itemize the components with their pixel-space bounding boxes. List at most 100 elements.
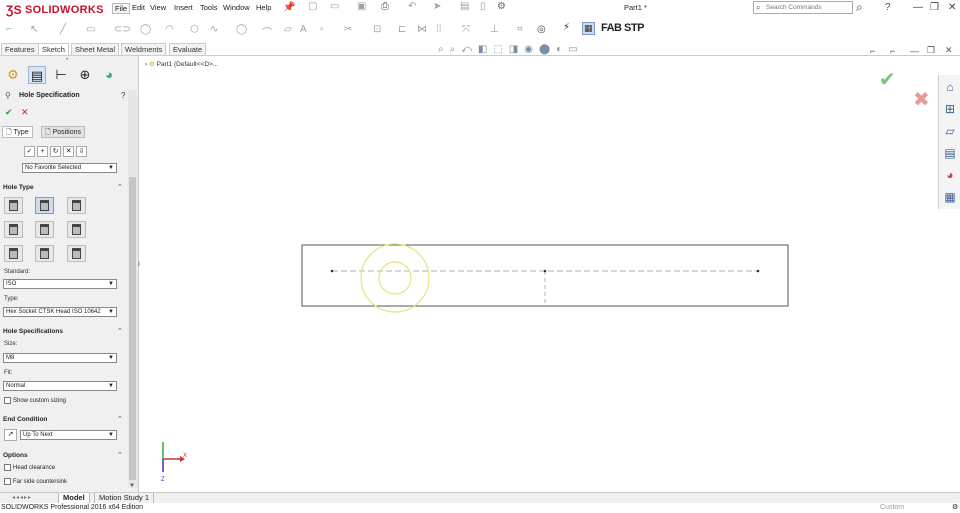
design-library-icon[interactable]: ⊞ xyxy=(941,100,959,118)
favorite-select[interactable]: No Favorite Selected ▼ xyxy=(22,163,117,173)
hole-type-hole-button[interactable] xyxy=(67,197,86,214)
offset-icon[interactable]: ⊏ xyxy=(398,24,406,35)
help-circle-icon[interactable]: ? xyxy=(121,91,125,100)
collapse-hole-type-icon[interactable]: ⌃ xyxy=(117,183,123,191)
collapse-hole-spec-icon[interactable]: ⌃ xyxy=(117,327,123,335)
tab-weldments[interactable]: Weldments xyxy=(121,43,167,55)
viewport-corner-icon[interactable]: ⌐ xyxy=(890,46,895,56)
sketch-rectangle[interactable] xyxy=(301,244,789,307)
favorite-save-icon[interactable]: ⇩ xyxy=(76,146,87,157)
viewport-minimize-icon[interactable]: — xyxy=(910,46,919,56)
favorite-delete-icon[interactable]: ✕ xyxy=(63,146,74,157)
subtab-positions[interactable]: 🗋 Positions xyxy=(41,126,85,138)
tab-sketch[interactable]: Sketch xyxy=(38,43,69,55)
menu-file[interactable]: File xyxy=(112,3,131,14)
hole-type-legacy-button[interactable] xyxy=(67,221,86,238)
reverse-direction-icon[interactable]: ↗ xyxy=(4,429,17,441)
hole-type-countersink-slot-button[interactable] xyxy=(35,245,54,262)
minimize-icon[interactable]: — xyxy=(913,2,923,13)
cancel-x-icon[interactable]: ✕ xyxy=(21,107,29,118)
configuration-manager-icon[interactable]: ⊢ xyxy=(52,66,70,84)
confirm-cancel-icon[interactable]: ✖ xyxy=(913,87,930,112)
status-settings-icon[interactable]: ⚙ xyxy=(952,503,958,513)
property-manager-icon[interactable]: ▤ xyxy=(28,66,46,84)
end-condition-select[interactable]: Up To Next ▼ xyxy=(20,430,117,440)
mirror-icon[interactable]: ⋈ xyxy=(417,24,427,35)
rectangle-icon[interactable]: ▭ xyxy=(86,24,95,35)
viewport-close-icon[interactable]: ✕ xyxy=(945,45,953,56)
hole-type-straight-tap-button[interactable] xyxy=(4,221,23,238)
confirm-ok-icon[interactable]: ✔ xyxy=(879,67,896,92)
sketch-point-left[interactable] xyxy=(330,269,334,273)
dimxpert-manager-icon[interactable]: ⊕ xyxy=(76,66,94,84)
size-select[interactable]: M8 ▼ xyxy=(3,353,117,363)
move-entities-icon[interactable]: ⤧ xyxy=(462,24,470,35)
fit-select[interactable]: Normal ▼ xyxy=(3,381,117,391)
tab-scroll-arrows-icon[interactable]: ◂◂◂▸▸ xyxy=(12,494,32,501)
fab-stp-label[interactable]: FAB STP xyxy=(601,22,644,34)
sketch-point-right[interactable] xyxy=(756,269,760,273)
units-status[interactable]: Custom xyxy=(880,503,904,513)
point-icon[interactable]: ▫ xyxy=(320,24,324,35)
display-manager-icon[interactable]: ◕ xyxy=(100,66,118,84)
repair-sketch-icon[interactable]: ⌗ xyxy=(517,24,523,35)
rebuild-icon[interactable]: ▤ xyxy=(460,1,469,12)
appearances-icon[interactable]: ◕ xyxy=(941,166,959,184)
ok-check-icon[interactable]: ✔ xyxy=(5,107,13,118)
hole-preview-outer-circle[interactable] xyxy=(360,243,430,313)
line-icon[interactable]: ╱ xyxy=(60,24,66,35)
solidworks-logo[interactable]: ƷS SOLIDWORKS xyxy=(6,1,106,19)
undo-icon[interactable]: ↶ xyxy=(408,1,416,12)
close-icon[interactable]: ✕ xyxy=(948,2,956,13)
tab-sheet-metal[interactable]: Sheet Metal xyxy=(71,43,120,55)
feature-manager-icon[interactable]: ⚙ xyxy=(4,66,22,84)
instant-2d-icon[interactable]: ⚡ xyxy=(563,22,570,33)
type-select[interactable]: Hex Socket CTSK Head ISO 10642 ▼ xyxy=(3,307,117,317)
sketch-icon[interactable]: ⌐ xyxy=(6,24,12,35)
checkbox-box[interactable] xyxy=(4,464,11,471)
scroll-down-icon[interactable]: ▼ xyxy=(129,483,135,489)
menu-insert[interactable]: Insert xyxy=(174,3,193,12)
panel-splitter-dot[interactable]: • xyxy=(66,57,68,63)
search-commands-input[interactable]: ⌕ Search Commands xyxy=(753,1,853,14)
collapse-end-condition-icon[interactable]: ⌃ xyxy=(117,415,123,423)
tab-evaluate[interactable]: Evaluate xyxy=(169,43,207,55)
custom-properties-icon[interactable]: ▦ xyxy=(941,188,959,206)
rapid-sketch-icon[interactable]: ▦ xyxy=(582,22,595,35)
file-explorer-icon[interactable]: ▱ xyxy=(941,122,959,140)
ellipse-icon[interactable]: ◯ xyxy=(236,24,247,35)
arc-icon[interactable]: ◠ xyxy=(165,24,174,35)
hole-type-counterbore-slot-button[interactable] xyxy=(4,245,23,262)
menu-help[interactable]: Help xyxy=(256,3,271,12)
panel-collapse-handle[interactable]: ‖ xyxy=(138,262,140,268)
favorite-update-icon[interactable]: ↻ xyxy=(50,146,61,157)
sketch-point-mid[interactable] xyxy=(543,269,547,273)
open-document-icon[interactable]: ▭ xyxy=(330,1,339,12)
options-gear-icon[interactable]: ⚙ xyxy=(497,1,506,12)
restore-icon[interactable]: ❐ xyxy=(930,2,939,13)
hole-type-slot-button[interactable] xyxy=(67,245,86,262)
convert-entities-icon[interactable]: ⊡ xyxy=(373,24,381,35)
menu-edit[interactable]: Edit xyxy=(132,3,145,12)
file-properties-icon[interactable]: ▯ xyxy=(480,1,486,12)
text-icon[interactable]: A xyxy=(300,24,307,35)
favorite-add-icon[interactable]: + xyxy=(37,146,48,157)
panel-scrollbar-thumb[interactable] xyxy=(129,177,136,480)
trim-icon[interactable]: ✂ xyxy=(344,24,352,35)
menu-view[interactable]: View xyxy=(150,3,166,12)
viewport-restore-icon[interactable]: ❐ xyxy=(927,45,935,56)
hole-preview-inner-circle[interactable] xyxy=(378,261,412,295)
menu-window[interactable]: Window xyxy=(223,3,250,12)
plane-icon[interactable]: ▱ xyxy=(284,24,292,35)
standard-select[interactable]: ISO ▼ xyxy=(3,279,117,289)
viewport-split-icon[interactable]: ⌐ xyxy=(870,46,875,56)
quick-snaps-icon[interactable]: ◎ xyxy=(537,24,546,35)
hole-type-countersink-button[interactable] xyxy=(35,197,54,214)
head-clearance-checkbox[interactable]: Head clearance xyxy=(4,464,55,471)
circle-icon[interactable]: ◯ xyxy=(140,24,151,35)
slot-icon[interactable]: ⊂⊃ xyxy=(114,24,131,35)
pin-icon[interactable]: 📌 xyxy=(283,2,295,13)
linear-pattern-icon[interactable]: ⁞⁞ xyxy=(436,24,442,35)
print-icon[interactable]: ⎙ xyxy=(381,1,389,12)
solidworks-resources-icon[interactable]: ⌂ xyxy=(941,78,959,96)
